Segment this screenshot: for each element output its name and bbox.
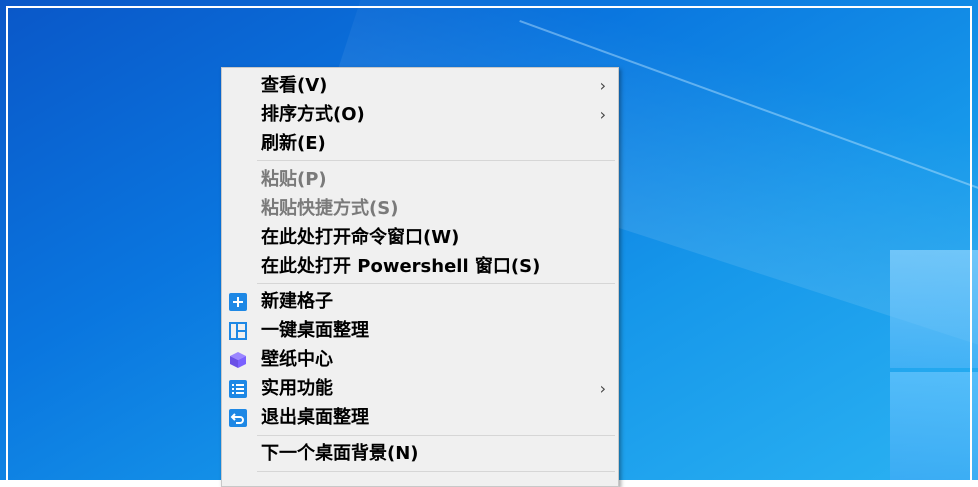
layout-icon — [229, 322, 247, 340]
menu-item-next-background[interactable]: 下一个桌面背景(N) — [224, 440, 616, 468]
menu-item-label: 新建格子 — [261, 291, 333, 312]
chevron-right-icon: › — [599, 76, 606, 95]
menu-item-paste[interactable]: 粘贴(P) — [224, 166, 616, 194]
menu-item-new-fence[interactable]: 新建格子 — [224, 288, 616, 316]
chevron-right-icon: › — [599, 379, 606, 398]
menu-item-label: 退出桌面整理 — [261, 407, 369, 428]
menu-item-label: 在此处打开 Powershell 窗口(S) — [261, 256, 541, 277]
menu-item-utilities[interactable]: 实用功能 › — [224, 375, 616, 403]
menu-item-label: 实用功能 — [261, 378, 333, 399]
menu-item-label: 粘贴快捷方式(S) — [261, 198, 399, 219]
menu-separator — [257, 435, 615, 436]
menu-item-label: 下一个桌面背景(N) — [261, 443, 419, 464]
menu-separator — [257, 160, 615, 161]
menu-item-label: 壁纸中心 — [261, 349, 333, 370]
menu-item-one-click-organize[interactable]: 一键桌面整理 — [224, 317, 616, 345]
menu-item-open-command-window[interactable]: 在此处打开命令窗口(W) — [224, 224, 616, 252]
desktop-context-menu: 查看(V) › 排序方式(O) › 刷新(E) 粘贴(P) 粘贴快捷方式(S) … — [221, 67, 619, 487]
chevron-right-icon: › — [599, 105, 606, 124]
menu-item-wallpaper-center[interactable]: 壁纸中心 — [224, 346, 616, 374]
menu-item-label: 刷新(E) — [261, 133, 326, 154]
menu-item-label: 粘贴(P) — [261, 169, 327, 190]
menu-item-paste-shortcut[interactable]: 粘贴快捷方式(S) — [224, 195, 616, 223]
exit-icon — [229, 409, 247, 427]
menu-item-label: 在此处打开命令窗口(W) — [261, 227, 460, 248]
menu-item-refresh[interactable]: 刷新(E) — [224, 130, 616, 158]
menu-item-view[interactable]: 查看(V) › — [224, 72, 616, 100]
menu-item-label: 排序方式(O) — [261, 104, 365, 125]
menu-separator — [257, 283, 615, 284]
menu-item-open-powershell[interactable]: 在此处打开 Powershell 窗口(S) — [224, 253, 616, 281]
list-icon — [229, 380, 247, 398]
menu-item-label: 一键桌面整理 — [261, 320, 369, 341]
plus-icon — [229, 293, 247, 311]
cube-icon — [230, 352, 246, 368]
menu-item-label: 查看(V) — [261, 75, 328, 96]
menu-item-sort-by[interactable]: 排序方式(O) › — [224, 101, 616, 129]
menu-separator — [257, 471, 615, 472]
menu-item-exit-organize[interactable]: 退出桌面整理 — [224, 404, 616, 432]
